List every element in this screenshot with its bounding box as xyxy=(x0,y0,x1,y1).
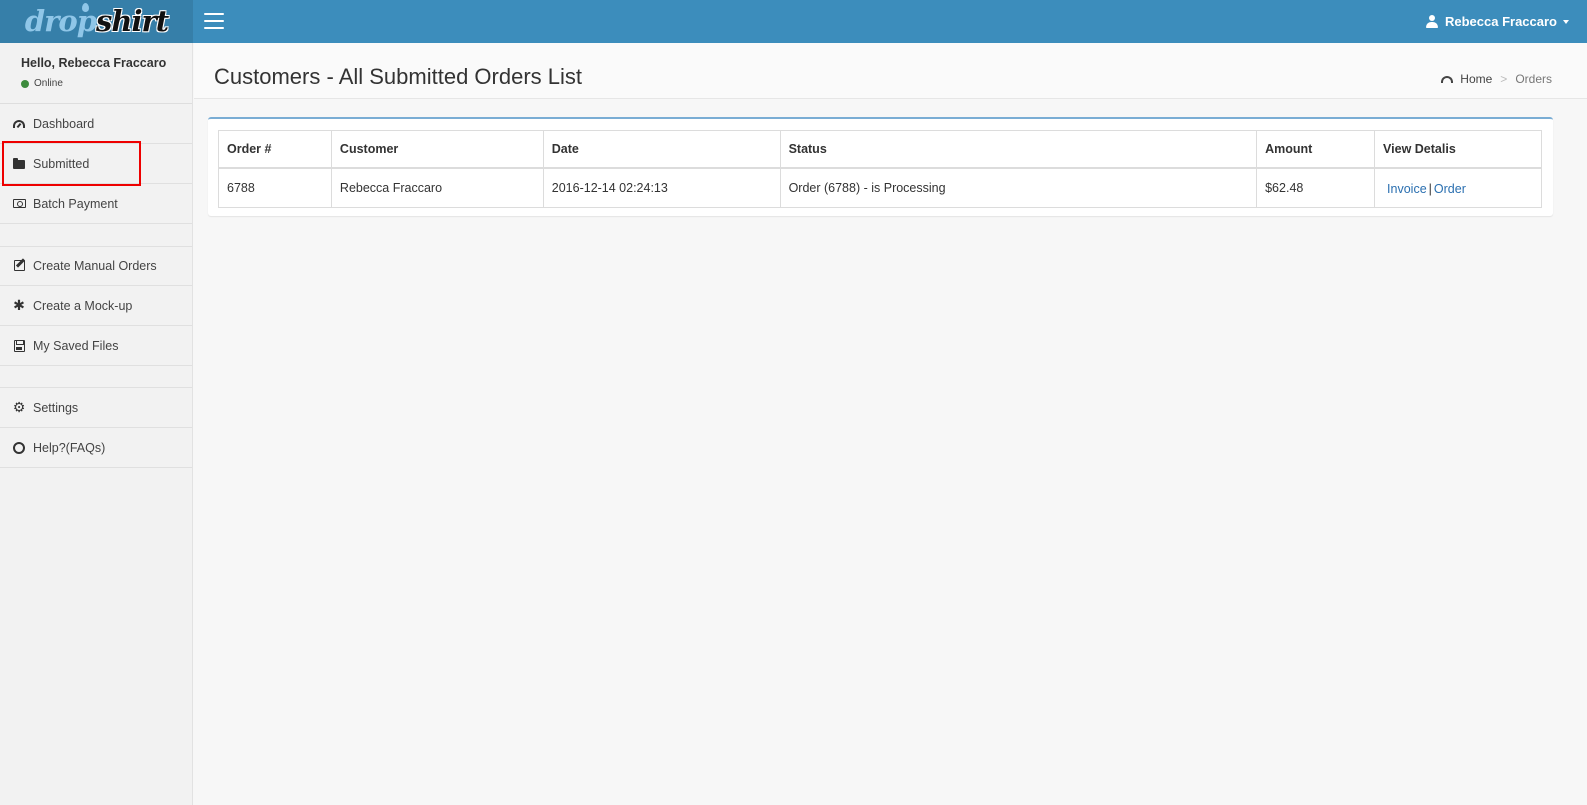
gear-icon: ⚙ xyxy=(12,399,26,415)
logo[interactable]: dropshirt xyxy=(0,0,193,43)
cell-view-details: Invoice | Order xyxy=(1374,167,1542,208)
orders-box: Order # Customer Date Status Amount View… xyxy=(208,117,1553,216)
online-status: Online xyxy=(21,78,192,89)
column-header-date: Date xyxy=(542,130,781,169)
sidebar-item-create-mockup[interactable]: ✱ Create a Mock-up xyxy=(0,286,192,326)
top-navbar: dropshirt Rebecca Fraccaro xyxy=(0,0,1587,43)
order-link[interactable]: Order xyxy=(1434,182,1466,196)
greeting: Hello, Rebecca Fraccaro xyxy=(21,56,167,70)
breadcrumb: Home > Orders xyxy=(1441,72,1552,86)
column-header-amount: Amount xyxy=(1256,130,1376,169)
user-panel: Hello, Rebecca Fraccaro Online xyxy=(0,43,192,104)
user-icon xyxy=(1425,15,1438,28)
page-title: Customers - All Submitted Orders List xyxy=(214,64,583,89)
money-icon xyxy=(12,197,26,211)
logo-text: dropshirt xyxy=(24,3,169,38)
dashboard-icon xyxy=(12,117,26,131)
column-header-view-details: View Detalis xyxy=(1374,130,1542,169)
table-header-row: Order # Customer Date Status Amount View… xyxy=(218,130,1542,169)
breadcrumb-current: Orders xyxy=(1515,72,1552,86)
user-menu-dropdown[interactable]: Rebecca Fraccaro xyxy=(1425,0,1569,43)
highlight-box xyxy=(2,141,141,186)
sidebar-item-create-manual-orders[interactable]: Create Manual Orders xyxy=(0,246,192,286)
user-menu-name: Rebecca Fraccaro xyxy=(1444,14,1557,29)
table-row: 6788 Rebecca Fraccaro 2016-12-14 02:24:1… xyxy=(218,167,1542,208)
cell-amount: $62.48 xyxy=(1256,167,1376,208)
life-ring-icon xyxy=(12,441,26,455)
sidebar-toggle-button[interactable] xyxy=(204,13,224,29)
cell-status: Order (6788) - is Processing xyxy=(779,167,1258,208)
dashboard-icon xyxy=(1441,75,1454,83)
hamburger-icon xyxy=(204,13,224,15)
link-separator: | xyxy=(1428,182,1432,197)
column-header-order: Order # xyxy=(218,130,332,169)
sidebar-item-dashboard[interactable]: Dashboard xyxy=(0,104,192,144)
sidebar-item-help-faqs[interactable]: Help?(FAQs) xyxy=(0,428,192,468)
sidebar-item-batch-payment[interactable]: Batch Payment xyxy=(0,184,192,224)
breadcrumb-home-link[interactable]: Home xyxy=(1441,72,1492,86)
invoice-link[interactable]: Invoice xyxy=(1387,182,1427,196)
content-header: Customers - All Submitted Orders List Ho… xyxy=(194,43,1587,99)
cell-date: 2016-12-14 02:24:13 xyxy=(542,167,781,208)
sidebar-item-settings[interactable]: ⚙ Settings xyxy=(0,388,192,428)
cell-order-number: 6788 xyxy=(218,167,332,208)
save-icon xyxy=(12,339,26,353)
orders-table: Order # Customer Date Status Amount View… xyxy=(218,130,1542,208)
water-drop-icon xyxy=(81,3,89,12)
asterisk-icon: ✱ xyxy=(13,297,25,313)
column-header-customer: Customer xyxy=(330,130,544,169)
column-header-status: Status xyxy=(779,130,1258,169)
online-dot-icon xyxy=(21,79,29,88)
caret-down-icon xyxy=(1563,19,1569,24)
cell-customer: Rebecca Fraccaro xyxy=(330,167,544,208)
sidebar-item-my-saved-files[interactable]: My Saved Files xyxy=(0,326,192,366)
breadcrumb-separator: > xyxy=(1500,72,1508,86)
edit-icon xyxy=(12,259,26,273)
